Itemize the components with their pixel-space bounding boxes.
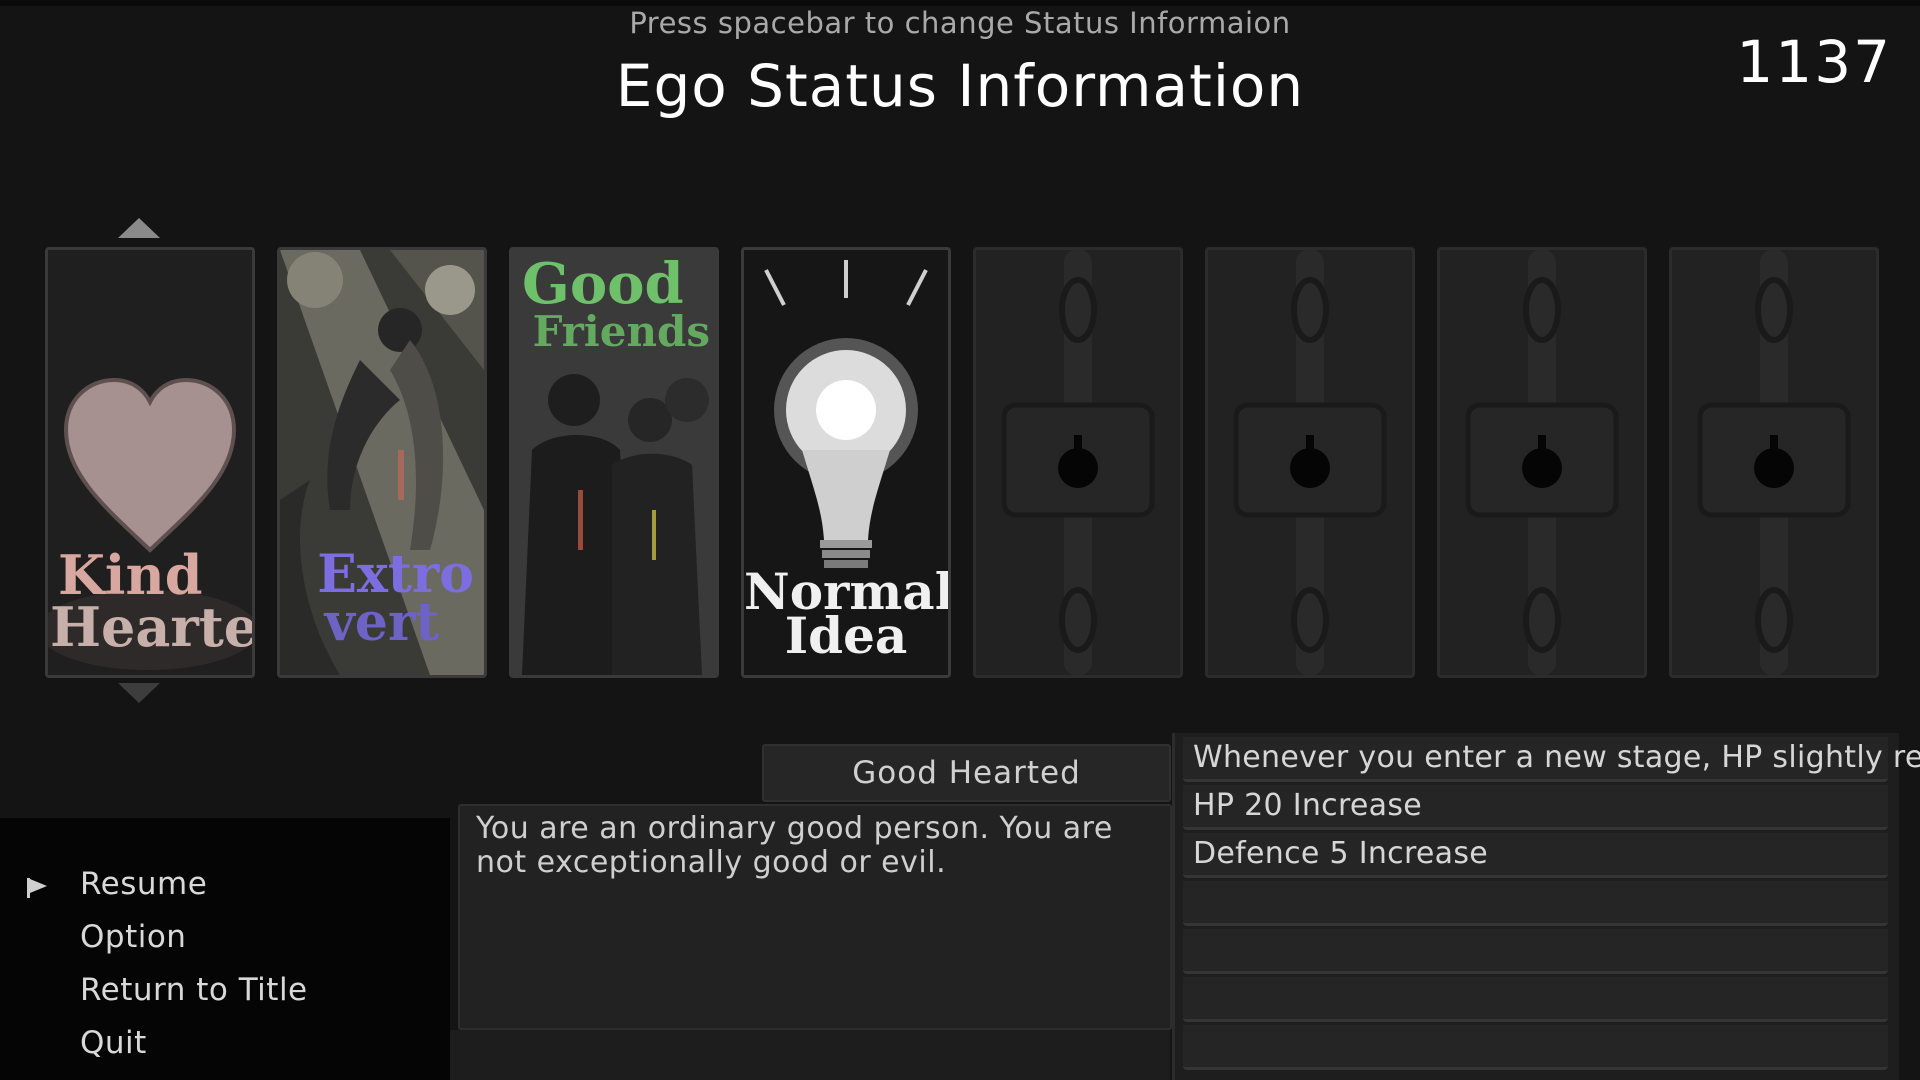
- scroll-up-arrow-icon[interactable]: [118, 218, 160, 238]
- effect-row: [1183, 1025, 1888, 1070]
- chain-lock-icon: [1672, 250, 1876, 675]
- effect-row: Defence 5 Increase: [1183, 833, 1888, 878]
- ego-card-kind-hearted[interactable]: Kind Hearted: [45, 247, 255, 678]
- effect-row: Whenever you enter a new stage, HP sligh…: [1183, 737, 1920, 782]
- scroll-down-arrow-icon[interactable]: [118, 683, 160, 703]
- card-label-line2: vert: [324, 592, 440, 653]
- ego-card-extrovert[interactable]: Extro vert: [277, 247, 487, 678]
- ego-name-label: Good Hearted: [762, 744, 1171, 802]
- pause-menu: [0, 818, 450, 1080]
- card-label-line2: Idea: [784, 606, 908, 665]
- menu-return-to-title[interactable]: Return to Title: [80, 972, 308, 1008]
- chain-lock-icon: [1440, 250, 1644, 675]
- effect-row: [1183, 977, 1888, 1022]
- ego-card-good-friends[interactable]: Good Friends: [509, 247, 719, 678]
- effect-text: HP 20 Increase: [1193, 788, 1423, 823]
- status-hint-text: Press spacebar to change Status Informai…: [629, 6, 1291, 40]
- description-footer: [450, 1030, 1170, 1080]
- score-counter: 1137: [1736, 28, 1892, 96]
- effect-row: [1183, 881, 1888, 926]
- menu-quit[interactable]: Quit: [80, 1025, 147, 1061]
- effect-row: [1183, 929, 1888, 974]
- ego-card-locked-1[interactable]: [973, 247, 1183, 678]
- ego-effects-panel: Whenever you enter a new stage, HP sligh…: [1172, 733, 1920, 1080]
- chain-lock-icon: [976, 250, 1180, 675]
- page-title: Ego Status Information: [615, 52, 1305, 120]
- card-label-line2: Friends: [532, 307, 710, 356]
- card-label-line1: Good: [522, 251, 684, 317]
- effect-row: HP 20 Increase: [1183, 785, 1888, 830]
- effect-text: Whenever you enter a new stage, HP sligh…: [1193, 740, 1920, 775]
- effect-text: Defence 5 Increase: [1193, 836, 1489, 871]
- ego-description-text: You are an ordinary good person. You are…: [476, 811, 1113, 880]
- ego-card-normal-idea[interactable]: Normal Idea: [741, 247, 951, 678]
- menu-option[interactable]: Option: [80, 919, 186, 955]
- menu-resume[interactable]: Resume: [80, 866, 207, 902]
- ego-card-locked-3[interactable]: [1437, 247, 1647, 678]
- ego-card-locked-2[interactable]: [1205, 247, 1415, 678]
- card-label-line1: Kind: [58, 543, 203, 607]
- chain-lock-icon: [1208, 250, 1412, 675]
- flag-cursor-icon: [27, 878, 47, 898]
- ego-description-box: You are an ordinary good person. You are…: [458, 804, 1172, 1030]
- card-label-line2: Hearted: [50, 595, 255, 659]
- ego-card-locked-4[interactable]: [1669, 247, 1879, 678]
